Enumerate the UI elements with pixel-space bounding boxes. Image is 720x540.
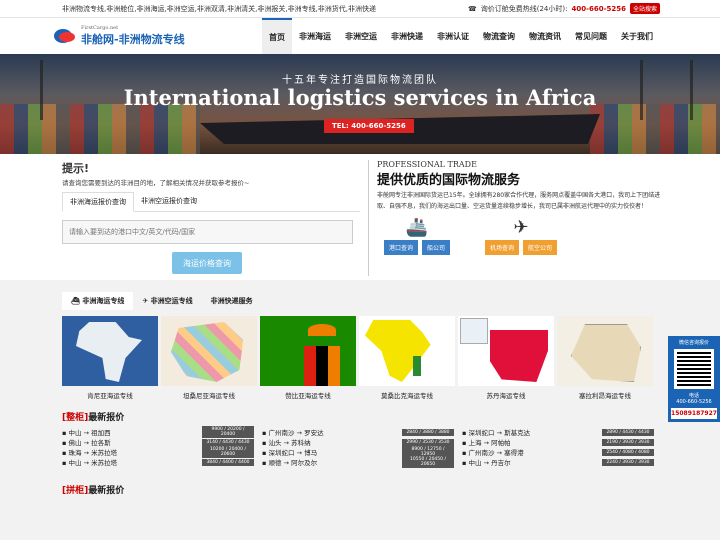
tab-air-quote[interactable]: 非洲空运报价查询 [134, 192, 204, 211]
ship-icon: ⛴ [71, 297, 83, 305]
route-card-tanzania[interactable]: 坦桑尼亚海运专线 [161, 316, 257, 400]
price-row[interactable]: ▪ 中山 → 丹吉尔 2240 / 3930 / 3930 [462, 457, 654, 467]
price-row[interactable]: ▪ 顺德 → 阿尔及尔 10550 / 20450 / 20650 [262, 456, 454, 468]
air-service: ✈ 机场查询 航空公司 [481, 218, 561, 255]
route-card-sudan[interactable]: 苏丹海运专线 [458, 316, 554, 400]
route-label: 赞比亚海运专线 [285, 392, 331, 400]
airplane-icon: ✈ [513, 217, 529, 238]
price-row[interactable]: ▪ 上海 → 阿帕帕 2190 / 3930 / 3930 [462, 437, 654, 447]
qr-code-icon [674, 349, 714, 389]
price-row[interactable]: ▪ 广州南沙 → 塞得港 2540 / 4080 / 4080 [462, 447, 654, 457]
mozambique-map [359, 316, 455, 386]
airline-button[interactable]: 航空公司 [523, 240, 558, 255]
route-card-mozambique[interactable]: 莫桑比克海运专线 [359, 316, 455, 400]
price-row[interactable]: ▪ 中山 → 米苏拉塔 3840 / 4400 / 4400 [62, 457, 254, 467]
route-label: 塞拉利昂海运专线 [579, 392, 631, 400]
lcl-price-heading: [拼柜]最新报价 [62, 486, 125, 496]
route-label: 莫桑比克海运专线 [381, 392, 433, 400]
quote-title: 提示! [62, 162, 90, 175]
intro-title: 提供优质的国际物流服务 [377, 173, 521, 188]
hero-banner: 十五年专注打造国际物流团队 International logistics se… [0, 54, 720, 154]
route-card-zambia[interactable]: 赞比亚海运专线 [260, 316, 356, 400]
nav-item-air[interactable]: 非洲空运 [338, 18, 384, 54]
nav-item-home[interactable]: 首页 [262, 18, 292, 54]
port-search-input[interactable] [62, 220, 353, 244]
airport-search-button[interactable]: 机场查询 [484, 240, 519, 255]
banner-title: International logistics services in Afri… [123, 85, 597, 110]
price-column: ▪ 深圳蛇口 → 斯基克达 2890 / 4430 / 4430 ▪ 上海 → 阿… [462, 427, 654, 467]
price-column: ▪ 广州南沙 → 罗安达 2840 / 3880 / 3880 ▪ 汕头 → 苏科… [262, 427, 454, 468]
quote-tabs: 非洲海运报价查询 非洲空运报价查询 [62, 192, 360, 212]
fcl-price-heading: [整柜]最新报价 [62, 413, 125, 423]
price-table: ▪ 中山 → 祖加西 9900 / 20200 / 20400 ▪ 佛山 → 拉各… [62, 426, 720, 468]
price-row[interactable]: ▪ 广州南沙 → 罗安达 2840 / 3880 / 3880 [262, 427, 454, 437]
nav-item-sea[interactable]: 非洲海运 [292, 18, 338, 54]
tel-label: 电话 [688, 393, 699, 399]
nav-item-faq[interactable]: 常见问题 [568, 18, 614, 54]
nav-item-about[interactable]: 关于我们 [614, 18, 660, 54]
price-row[interactable]: ▪ 中山 → 祖加西 9900 / 20200 / 20400 [62, 426, 254, 438]
quote-box: 提示! 请查询您需要到达的非洲目的地，了解相关情况并获取参考报价~ 非洲海运报价… [62, 154, 360, 280]
sierra-leone-map [557, 316, 653, 386]
tab-sea-quote[interactable]: 非洲海运报价查询 [62, 192, 134, 212]
container-stack [0, 104, 200, 154]
hotline-label: 询价订舱免费热线(24小时): [480, 4, 568, 13]
main-nav: 首页 非洲海运 非洲空运 非洲快递 非洲认证 物流查询 物流资讯 常见问题 关于… [262, 18, 660, 54]
phone-icon: ☎ [467, 4, 477, 13]
banner-tel[interactable]: TEL: 400-660-5256 [324, 119, 414, 133]
wechat-label: 微信咨询报价 [678, 340, 709, 346]
tab-sea-routes[interactable]: ⛴ 非洲海运专线 [62, 292, 134, 310]
zambia-flag [260, 316, 356, 386]
port-search-button[interactable]: 港口查询 [383, 240, 418, 255]
kenya-map [62, 316, 158, 386]
intro-eyebrow: PROFESSIONAL TRADE [377, 160, 477, 169]
nav-item-tracking[interactable]: 物流查询 [476, 18, 522, 54]
sea-service: 🚢 港口查询 船公司 [377, 218, 457, 255]
side-hotline[interactable]: 15089187927 [671, 408, 717, 419]
tanzania-map [161, 316, 257, 386]
route-label: 肯尼亚海运专线 [87, 392, 133, 400]
nav-item-cert[interactable]: 非洲认证 [430, 18, 476, 54]
route-cards: 肯尼亚海运专线 坦桑尼亚海运专线 赞比亚海运专线 莫桑比克海运专线 苏丹海运专线… [62, 316, 720, 400]
side-contact-panel: 微信咨询报价 电话 400-660-5256 15089187927 [668, 336, 720, 422]
banner-subtitle: 十五年专注打造国际物流团队 [282, 75, 438, 86]
topbar-right: ☎ 询价订舱免费热线(24小时): 400-660-5256 全站搜索 [468, 3, 660, 14]
tab-air-routes[interactable]: ✈ 非洲空运专线 [133, 292, 201, 310]
price-row[interactable]: ▪ 珠海 → 米苏拉塔 10200 / 20400 / 20600 [62, 446, 254, 458]
container-stack [590, 104, 720, 154]
nav-item-express[interactable]: 非洲快递 [384, 18, 430, 54]
shipping-line-button[interactable]: 船公司 [422, 240, 451, 255]
topbar: 非洲物流专线,非洲舱位,非洲海运,非洲空运,非洲双清,非洲清关,非洲报关,非洲专… [0, 0, 720, 18]
routes-section: ⛴ 非洲海运专线 ✈ 非洲空运专线 非洲快递服务 肯尼亚海运专线 坦桑尼亚海运专… [0, 280, 720, 540]
route-tabs: ⛴ 非洲海运专线 ✈ 非洲空运专线 非洲快递服务 [62, 280, 720, 310]
intro-text: 非舱网专注非洲国际货运已15年。全球拥有280家合作代理，服务网点覆盖中国各大港… [377, 192, 661, 210]
route-card-kenya[interactable]: 肯尼亚海运专线 [62, 316, 158, 400]
topbar-keywords: 非洲物流专线,非洲舱位,非洲海运,非洲空运,非洲双清,非洲清关,非洲报关,非洲专… [62, 4, 377, 13]
quote-desc: 请查询您需要到达的非洲目的地，了解相关情况并获取参考报价~ [62, 179, 250, 187]
nav-item-news[interactable]: 物流资讯 [522, 18, 568, 54]
logo-icon [54, 26, 78, 46]
site-search-button[interactable]: 全站搜索 [629, 3, 660, 14]
price-column: ▪ 中山 → 祖加西 9900 / 20200 / 20400 ▪ 佛山 → 拉各… [62, 426, 254, 467]
route-label: 坦桑尼亚海运专线 [183, 392, 235, 400]
sudan-map [458, 316, 554, 386]
hotline-number[interactable]: 400-660-5256 [571, 5, 626, 13]
airplane-icon: ✈ [142, 297, 151, 305]
divider [368, 160, 369, 276]
service-links: 🚢 港口查询 船公司 ✈ 机场查询 航空公司 [377, 218, 667, 255]
side-tel[interactable]: 400-660-5256 [671, 399, 717, 405]
tab-express[interactable]: 非洲快递服务 [202, 292, 262, 310]
ship-icon: 🚢 [405, 217, 429, 238]
route-card-sierra-leone[interactable]: 塞拉利昂海运专线 [557, 316, 653, 400]
route-label: 苏丹海运专线 [486, 392, 526, 400]
header: FirstCargo.net 非舱网-非洲物流专线 首页 非洲海运 非洲空运 非… [0, 18, 720, 54]
service-intro: PROFESSIONAL TRADE 提供优质的国际物流服务 非舱网专注非洲国际… [377, 154, 667, 280]
intro-section: 提示! 请查询您需要到达的非洲目的地，了解相关情况并获取参考报价~ 非洲海运报价… [0, 154, 720, 280]
logo-title: 非舱网-非洲物流专线 [81, 33, 185, 46]
sea-price-search-button[interactable]: 海运价格查询 [172, 252, 242, 274]
site-logo[interactable]: FirstCargo.net 非舱网-非洲物流专线 [54, 25, 185, 47]
price-row[interactable]: ▪ 深圳蛇口 → 斯基克达 2890 / 4430 / 4430 [462, 427, 654, 437]
